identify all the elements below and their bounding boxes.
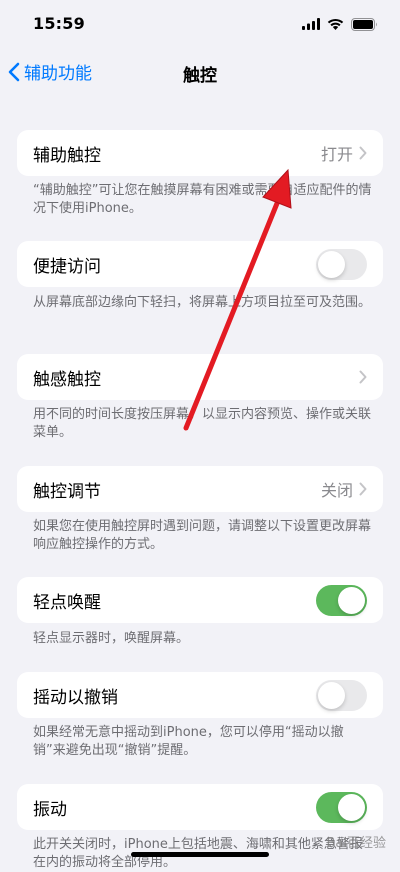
assistive-touch-value: 打开 <box>320 145 353 164</box>
status-time: 15:59 <box>33 14 85 33</box>
haptic-touch-row[interactable]: 触感触控 <box>17 354 383 400</box>
chevron-right-icon <box>359 482 367 496</box>
haptic-touch-footer: 用不同的时间长度按压屏幕，以显示内容预览、操作或关联菜单。 <box>33 407 372 440</box>
tap-to-wake-label: 轻点唤醒 <box>33 592 101 613</box>
reachability-footer: 从屏幕底部边缘向下轻扫，将屏幕上方项目拉至可及范围。 <box>33 295 372 310</box>
toggle-knob <box>338 793 365 821</box>
toggle-knob <box>318 250 345 278</box>
battery-icon <box>351 17 377 31</box>
reachability-toggle[interactable] <box>316 248 367 280</box>
shake-to-undo-toggle[interactable] <box>316 679 367 711</box>
setting-assistive-touch: 辅助触控 打开 <box>17 130 383 176</box>
shake-to-undo-row: 摇动以撤销 <box>17 672 383 718</box>
chevron-right-icon <box>359 146 367 160</box>
wifi-icon <box>327 18 344 30</box>
haptic-touch-label: 触感触控 <box>33 369 101 390</box>
vibration-label: 振动 <box>33 799 67 820</box>
vibration-row: 振动 <box>17 784 383 830</box>
page-title: 触控 <box>183 66 217 86</box>
touch-accommodations-footer: 如果您在使用触控屏时遇到问题，请调整以下设置更改屏幕响应触控操作的方式。 <box>33 519 372 552</box>
assistive-touch-label: 辅助触控 <box>33 145 101 166</box>
setting-shake-to-undo: 摇动以撤销 <box>17 672 383 718</box>
navigation-bar: 辅助功能 触控 <box>0 50 400 94</box>
assistive-touch-row[interactable]: 辅助触控 打开 <box>17 130 383 176</box>
reachability-row: 便捷访问 <box>17 241 383 287</box>
toggle-knob <box>338 586 365 614</box>
toggle-knob <box>318 681 345 709</box>
shake-to-undo-label: 摇动以撤销 <box>33 687 118 708</box>
watermark: Bai百经验 <box>326 836 387 851</box>
cellular-signal-icon <box>302 18 320 30</box>
tap-to-wake-toggle[interactable] <box>316 584 367 616</box>
shake-to-undo-footer: 如果经常无意中摇动到iPhone，您可以停用“摇动以撤销”来避免出现“撤销”提醒… <box>33 725 344 758</box>
status-icons <box>302 15 378 33</box>
tap-to-wake-footer: 轻点显示器时，唤醒屏幕。 <box>33 631 190 646</box>
touch-accommodations-row[interactable]: 触控调节 关闭 <box>17 466 383 512</box>
tap-to-wake-row: 轻点唤醒 <box>17 577 383 623</box>
touch-accommodations-value: 关闭 <box>320 481 353 500</box>
touch-accommodations-label: 触控调节 <box>33 481 101 502</box>
setting-haptic-touch: 触感触控 <box>17 354 383 400</box>
status-bar: 15:59 <box>0 0 400 50</box>
vibration-toggle[interactable] <box>316 791 367 823</box>
setting-reachability: 便捷访问 <box>17 241 383 287</box>
assistive-touch-footer: “辅助触控”可让您在触摸屏幕有困难或需要自适应配件的情况下使用iPhone。 <box>33 183 372 216</box>
setting-tap-to-wake: 轻点唤醒 <box>17 577 383 623</box>
reachability-label: 便捷访问 <box>33 256 101 277</box>
home-indicator[interactable] <box>131 852 269 857</box>
chevron-right-icon <box>359 370 367 384</box>
setting-touch-accommodations: 触控调节 关闭 <box>17 466 383 512</box>
setting-vibration: 振动 <box>17 784 383 830</box>
